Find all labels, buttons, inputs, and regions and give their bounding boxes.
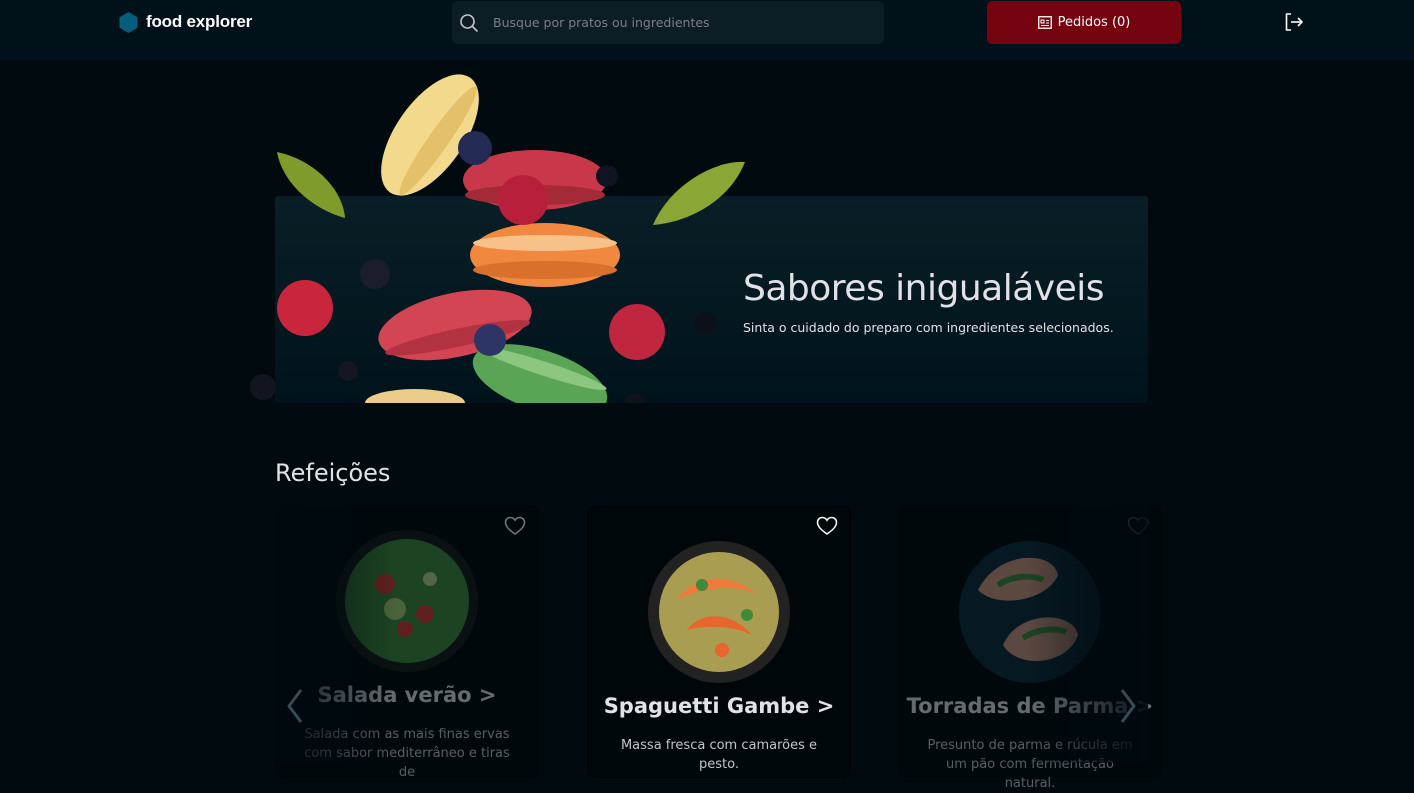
chevron-right-icon[interactable] <box>1118 686 1138 726</box>
logo-hexagon-icon <box>119 11 138 33</box>
heart-icon[interactable] <box>816 516 838 536</box>
receipt-icon <box>1037 16 1052 29</box>
header: food explorer Pedidos (0) <box>0 0 1414 60</box>
banner-title: Sabores inigualáveis <box>743 268 1104 309</box>
dish-card[interactable]: Salada verão > Salada com as mais finas … <box>275 506 539 780</box>
macarons-illustration <box>250 74 745 403</box>
dish-name[interactable]: Salada verão > <box>276 683 538 707</box>
dish-image[interactable] <box>335 529 479 673</box>
brand-name: food explorer <box>146 12 253 31</box>
dish-description: Presunto de parma e rúcula em um pão com… <box>927 738 1133 791</box>
dish-description: Salada com as mais finas ervas com sabor… <box>304 727 510 780</box>
dish-card[interactable]: Spaguetti Gambe > Massa fresca com camar… <box>587 506 851 778</box>
orders-button[interactable]: Pedidos (0) <box>987 1 1181 44</box>
banner-subtitle: Sinta o cuidado do preparo com ingredien… <box>743 320 1114 335</box>
dish-card[interactable]: Torradas de Parma > Presunto de parma e … <box>898 506 1162 791</box>
dish-image[interactable] <box>647 540 791 684</box>
search-icon <box>460 13 478 32</box>
logout-icon[interactable] <box>1284 12 1304 32</box>
search-bar[interactable] <box>452 1 884 44</box>
orders-label: Pedidos (0) <box>1057 15 1131 30</box>
search-input[interactable] <box>491 14 875 31</box>
section-title: Refeições <box>275 459 391 487</box>
chevron-left-icon[interactable] <box>285 686 305 726</box>
dish-image[interactable] <box>958 540 1102 684</box>
heart-icon[interactable] <box>1127 516 1149 536</box>
logo[interactable]: food explorer <box>119 10 252 34</box>
heart-icon[interactable] <box>504 516 526 536</box>
dish-description: Massa fresca com camarões e pesto. <box>620 738 818 772</box>
dish-name[interactable]: Spaguetti Gambe > <box>588 694 850 718</box>
